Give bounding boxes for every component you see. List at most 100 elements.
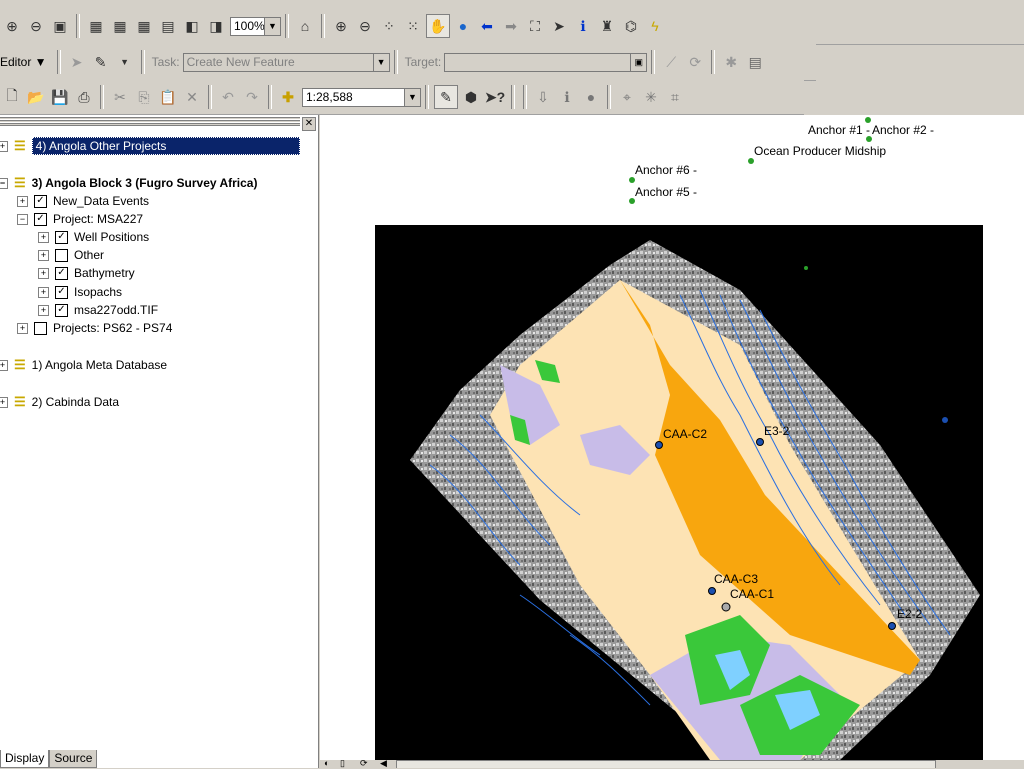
toc-group-angola-other[interactable]: + ☰ 4) Angola Other Projects xyxy=(0,137,300,155)
toc-group-angola-block3[interactable]: − ☰ 3) Angola Block 3 (Fugro Survey Afri… xyxy=(0,174,257,192)
add-data-icon[interactable]: ✚ xyxy=(277,86,299,108)
collapse-icon[interactable]: − xyxy=(0,177,8,189)
task-combo[interactable]: Create New Feature xyxy=(182,52,373,72)
refresh-icon[interactable]: ⟳ xyxy=(360,758,368,769)
expand-icon[interactable]: + xyxy=(38,286,49,298)
rotate-tool-icon[interactable]: ⟳ xyxy=(684,51,706,73)
new-document-icon[interactable]: 🗋 xyxy=(1,86,23,108)
page-icon[interactable]: ▤ xyxy=(157,15,179,37)
network-icon[interactable]: ✳ xyxy=(640,86,662,108)
expand-icon[interactable]: + xyxy=(38,304,49,316)
fixed-zoom-out-icon[interactable]: ⁙ xyxy=(402,15,424,37)
grid-icon[interactable]: ▦ xyxy=(85,15,107,37)
save-disk-icon[interactable]: 💾 xyxy=(49,86,71,108)
data-view-icon[interactable]: ◐ xyxy=(324,758,329,768)
horizontal-scrollbar[interactable] xyxy=(396,760,936,768)
checkbox-checked[interactable]: ✓ xyxy=(55,285,68,299)
paste-icon[interactable]: 📋 xyxy=(157,86,179,108)
cut-icon[interactable]: ✂ xyxy=(109,86,131,108)
checkbox-checked[interactable]: ✓ xyxy=(55,303,68,317)
layout-icon[interactable]: ⌂ xyxy=(294,15,316,37)
prev-page-icon[interactable]: ◧ xyxy=(181,15,203,37)
map-scale-dropdown[interactable]: ▼ xyxy=(404,87,421,107)
info-icon[interactable]: ℹ xyxy=(556,86,578,108)
map-view[interactable]: Anchor #1 - Anchor #2 - Ocean Producer M… xyxy=(320,115,1024,760)
sketch-props-icon[interactable]: ✱ xyxy=(720,51,742,73)
task-dropdown[interactable]: ▼ xyxy=(372,52,390,72)
next-page-icon[interactable]: ◨ xyxy=(205,15,227,37)
toc-group-project-msa227[interactable]: − ✓ Project: MSA227 xyxy=(17,210,143,228)
forward-arrow-icon[interactable]: ➡ xyxy=(500,15,522,37)
zoom-layer-icon[interactable]: ▣ xyxy=(49,15,71,37)
navigate-icon[interactable]: ⇩ xyxy=(532,86,554,108)
checkbox-unchecked[interactable] xyxy=(55,248,68,262)
open-folder-icon[interactable]: 📂 xyxy=(25,86,47,108)
zoom-percent-combo[interactable]: 100% xyxy=(230,16,265,36)
checkbox-checked[interactable]: ✓ xyxy=(55,230,68,244)
zoom-percent-dropdown[interactable]: ▼ xyxy=(264,16,281,36)
zoom-in-fixed-icon[interactable]: ⊕ xyxy=(1,15,23,37)
pan-hand-icon[interactable]: ✋ xyxy=(426,14,450,38)
expand-icon[interactable]: + xyxy=(0,140,8,152)
full-extent-globe-icon[interactable]: ● xyxy=(452,15,474,37)
georef-icon[interactable]: ⌖ xyxy=(616,86,638,108)
find-binoculars-icon[interactable]: ♜ xyxy=(596,15,618,37)
tab-display[interactable]: Display xyxy=(0,750,50,768)
whats-this-icon[interactable]: ➤? xyxy=(484,86,506,108)
split-tool-icon[interactable]: ⟋ xyxy=(660,51,682,73)
delete-icon[interactable]: ✕ xyxy=(181,86,203,108)
map-scale-combo[interactable]: 1:28,588 xyxy=(302,87,404,107)
chevron-down-icon[interactable]: ▼ xyxy=(114,51,136,73)
arctoolbox-icon[interactable]: ⬢ xyxy=(460,86,482,108)
circle-icon[interactable]: ● xyxy=(580,86,602,108)
toc-layer-new-data-events[interactable]: + ✓ New_Data Events xyxy=(17,192,149,210)
expand-icon[interactable]: + xyxy=(17,195,28,207)
tab-source[interactable]: Source xyxy=(49,750,98,768)
checkbox-checked[interactable]: ✓ xyxy=(34,194,47,208)
toc-group-projects-ps62[interactable]: + Projects: PS62 - PS74 xyxy=(17,319,172,337)
toc-layer-bathymetry[interactable]: + ✓ Bathymetry xyxy=(38,264,135,282)
expand-icon[interactable]: + xyxy=(38,249,49,261)
toc-layer-other[interactable]: + Other xyxy=(38,246,104,264)
toc-layer-well-positions[interactable]: + ✓ Well Positions xyxy=(38,228,149,246)
zoom-out-icon[interactable]: ⊖ xyxy=(354,15,376,37)
panel-grip[interactable] xyxy=(0,115,300,126)
scroll-left-icon[interactable]: ◀ xyxy=(380,758,387,769)
hyperlink-lightning-icon[interactable]: ϟ xyxy=(644,15,666,37)
editor-menu[interactable]: Editor ▼ xyxy=(0,55,47,69)
expand-icon[interactable]: + xyxy=(38,267,49,279)
grid3-icon[interactable]: ▦ xyxy=(133,15,155,37)
attributes-icon[interactable]: ▤ xyxy=(744,51,766,73)
target-combo[interactable] xyxy=(444,52,631,72)
checkbox-unchecked[interactable] xyxy=(34,321,47,335)
select-features-icon[interactable]: ⛶ xyxy=(524,15,546,37)
layout-view-icon[interactable]: ▯ xyxy=(340,758,345,769)
identify-icon[interactable]: ℹ xyxy=(572,15,594,37)
expand-icon[interactable]: + xyxy=(17,322,28,334)
measure-icon[interactable]: ⌬ xyxy=(620,15,642,37)
zoom-in-icon[interactable]: ⊕ xyxy=(330,15,352,37)
toc-layer-msa227odd-tif[interactable]: + ✓ msa227odd.TIF xyxy=(38,301,158,319)
select-pointer-icon[interactable]: ➤ xyxy=(548,15,570,37)
sketch-pencil-icon[interactable]: ✎ xyxy=(90,51,112,73)
redo-icon[interactable]: ↷ xyxy=(241,86,263,108)
back-arrow-icon[interactable]: ⬅ xyxy=(476,15,498,37)
close-panel-icon[interactable]: ✕ xyxy=(302,117,316,131)
checkbox-checked[interactable]: ✓ xyxy=(34,212,47,226)
checkbox-checked[interactable]: ✓ xyxy=(55,266,68,280)
expand-icon[interactable]: + xyxy=(38,231,49,243)
target-dropdown[interactable]: ▣ xyxy=(630,52,648,72)
toc-layer-isopachs[interactable]: + ✓ Isopachs xyxy=(38,283,122,301)
grid2-icon[interactable]: ▦ xyxy=(109,15,131,37)
undo-icon[interactable]: ↶ xyxy=(217,86,239,108)
editor-toolbar-icon[interactable]: ✎ xyxy=(434,85,458,109)
print-icon[interactable]: ⎙ xyxy=(73,86,95,108)
toc-group-cabinda[interactable]: + ☰ 2) Cabinda Data xyxy=(0,393,119,411)
edit-tool-icon[interactable]: ➤ xyxy=(66,51,88,73)
fixed-zoom-in-icon[interactable]: ⁘ xyxy=(378,15,400,37)
copy-icon[interactable]: ⎘ xyxy=(133,86,155,108)
toc-group-angola-meta[interactable]: + ☰ 1) Angola Meta Database xyxy=(0,356,167,374)
collapse-icon[interactable]: − xyxy=(17,213,28,225)
expand-icon[interactable]: + xyxy=(0,359,8,371)
grid-tool-icon[interactable]: ⌗ xyxy=(664,86,686,108)
